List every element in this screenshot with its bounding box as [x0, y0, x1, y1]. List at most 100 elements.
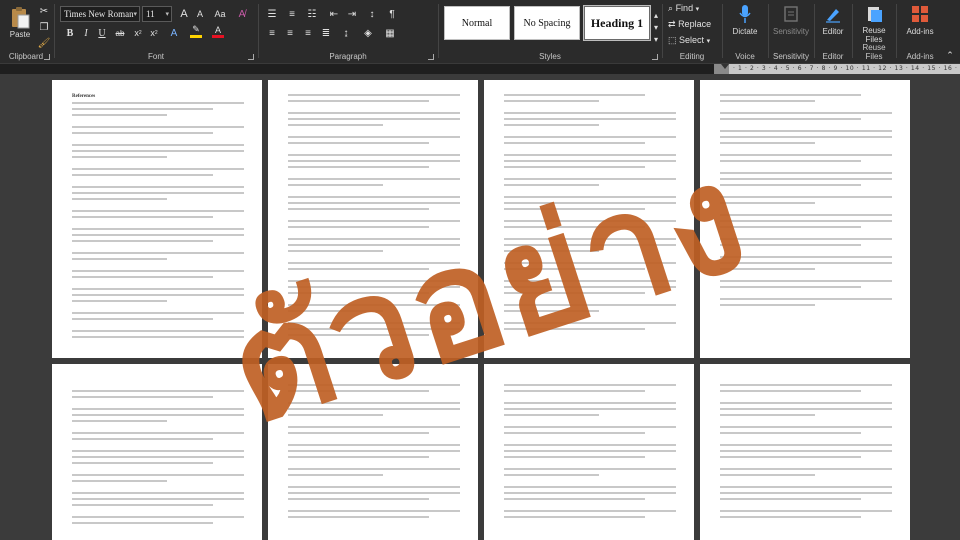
sensitivity-button-label[interactable]: Sensitivity: [770, 27, 812, 36]
replace-button[interactable]: ⇄ Replace: [668, 19, 711, 31]
document-page[interactable]: [700, 364, 910, 540]
bold-button[interactable]: B: [62, 26, 78, 40]
styles-group-label: Styles: [539, 52, 561, 61]
clipboard-dialog-launcher[interactable]: [44, 54, 50, 60]
font-size-combo[interactable]: 11 ▾: [142, 6, 172, 22]
select-label: Select: [679, 35, 705, 45]
find-button[interactable]: ⌕ Find ▾: [668, 3, 699, 15]
editor-pen-icon[interactable]: [823, 3, 843, 25]
addins-grid-icon[interactable]: [910, 3, 930, 25]
line-spacing-icon[interactable]: ↨: [338, 26, 354, 40]
font-color-button[interactable]: A: [210, 24, 226, 38]
word-window: Paste ✂ ❐ 🖌 Clipboard Times New Roman ▾ 1…: [0, 0, 960, 540]
multilevel-list-icon[interactable]: ☷: [304, 7, 320, 21]
font-dialog-launcher[interactable]: [248, 54, 254, 60]
group-divider: [438, 4, 439, 58]
horizontal-ruler[interactable]: · 1 · 2 · 3 · 4 · 5 · 6 · 7 · 8 · 9 · 10…: [714, 64, 960, 74]
group-divider: [896, 4, 897, 58]
editing-group-label: Editing: [679, 52, 705, 61]
reuse-files-button-label[interactable]: Reuse Files: [854, 26, 894, 44]
reuse-files-group: Reuse Files Reuse Files: [854, 0, 894, 64]
group-divider: [258, 4, 259, 58]
select-button[interactable]: ⬚ Select ▾: [668, 35, 710, 47]
document-area[interactable]: References: [0, 74, 960, 540]
find-label: Find: [675, 3, 694, 13]
styles-more-icon[interactable]: ▾: [652, 32, 660, 46]
collapse-ribbon-icon[interactable]: ⌃: [942, 48, 958, 62]
dictate-button-label[interactable]: Dictate: [724, 27, 766, 36]
styles-group: Normal No Spacing Heading 1 ▴ ▾ ▾ Styles: [440, 0, 660, 64]
clear-formatting-icon[interactable]: A̸: [234, 7, 250, 21]
underline-button[interactable]: U: [94, 26, 110, 40]
styles-dialog-launcher[interactable]: [652, 54, 658, 60]
group-divider: [722, 4, 723, 58]
shading-icon[interactable]: ◈: [360, 26, 376, 40]
highlighter-icon: ✎: [192, 24, 200, 34]
sort-icon[interactable]: ↕: [364, 7, 380, 21]
borders-icon[interactable]: ▦: [382, 26, 398, 40]
paste-icon[interactable]: [8, 4, 32, 30]
document-page[interactable]: [484, 364, 694, 540]
font-group-label: Font: [147, 52, 164, 61]
document-page[interactable]: References: [52, 80, 262, 358]
align-left-icon[interactable]: ≡: [264, 26, 280, 40]
ribbon: Paste ✂ ❐ 🖌 Clipboard Times New Roman ▾ 1…: [0, 0, 960, 64]
paste-button-label[interactable]: Paste: [4, 30, 36, 39]
reuse-files-icon[interactable]: [864, 3, 884, 25]
microphone-icon[interactable]: [735, 3, 755, 25]
voice-group: Dictate Voice: [724, 0, 766, 64]
font-color-swatch: [212, 34, 224, 38]
replace-icon: ⇄: [668, 19, 676, 29]
select-arrow-icon: ⬚: [668, 35, 677, 45]
editor-button-label[interactable]: Editor: [816, 27, 850, 36]
style-heading-1[interactable]: Heading 1: [583, 5, 651, 41]
justify-icon[interactable]: ≣: [318, 26, 334, 40]
editing-group: ⌕ Find ▾ ⇄ Replace ⬚ Select ▾ Editing: [664, 0, 720, 64]
document-page[interactable]: [52, 364, 262, 540]
superscript-button[interactable]: x2: [146, 26, 162, 40]
page-text: [504, 94, 676, 350]
sensitivity-group-label: Sensitivity: [772, 52, 809, 61]
cut-icon[interactable]: ✂: [36, 4, 52, 18]
addins-button-label[interactable]: Add-ins: [898, 27, 942, 36]
document-page[interactable]: [268, 80, 478, 358]
paragraph-dialog-launcher[interactable]: [428, 54, 434, 60]
decrease-indent-icon[interactable]: ⇤: [326, 7, 342, 21]
grow-font-button[interactable]: A: [176, 7, 192, 21]
italic-button[interactable]: I: [78, 26, 94, 40]
show-formatting-icon[interactable]: ¶: [384, 7, 400, 21]
strikethrough-button[interactable]: ab: [112, 26, 128, 40]
font-name-combo[interactable]: Times New Roman ▾: [60, 6, 140, 22]
page-text: [720, 378, 892, 536]
indent-marker[interactable]: [721, 64, 729, 69]
sensitivity-icon[interactable]: [781, 3, 801, 25]
font-color-icon: A: [214, 24, 221, 35]
style-no-spacing[interactable]: No Spacing: [514, 6, 580, 40]
references-heading: References: [72, 94, 96, 99]
style-normal[interactable]: Normal: [444, 6, 510, 40]
bullets-icon[interactable]: ☰: [264, 7, 280, 21]
highlight-color-swatch: [190, 35, 202, 38]
change-case-button[interactable]: Aa: [210, 7, 230, 21]
format-painter-icon[interactable]: 🖌: [36, 36, 52, 50]
document-page[interactable]: [484, 80, 694, 358]
document-page[interactable]: [700, 80, 910, 358]
group-divider: [814, 4, 815, 58]
highlight-color-button[interactable]: ✎: [188, 24, 204, 38]
document-page[interactable]: [268, 364, 478, 540]
page-text: [504, 378, 676, 536]
editor-group: Editor Editor: [816, 0, 850, 64]
editor-group-label: Editor: [822, 52, 844, 61]
align-center-icon[interactable]: ≡: [282, 26, 298, 40]
paragraph-group-label: Paragraph: [329, 52, 367, 61]
increase-indent-icon[interactable]: ⇥: [344, 7, 360, 21]
shrink-font-button[interactable]: A: [192, 7, 208, 21]
reuse-files-group-label: Reuse Files: [862, 43, 886, 61]
clipboard-group: Paste ✂ ❐ 🖌 Clipboard: [0, 0, 52, 64]
align-right-icon[interactable]: ≡: [300, 26, 316, 40]
group-divider: [768, 4, 769, 58]
text-effects-icon[interactable]: A: [166, 26, 182, 40]
numbering-icon[interactable]: ≡: [284, 7, 300, 21]
subscript-button[interactable]: x2: [130, 26, 146, 40]
copy-icon[interactable]: ❐: [36, 20, 52, 34]
